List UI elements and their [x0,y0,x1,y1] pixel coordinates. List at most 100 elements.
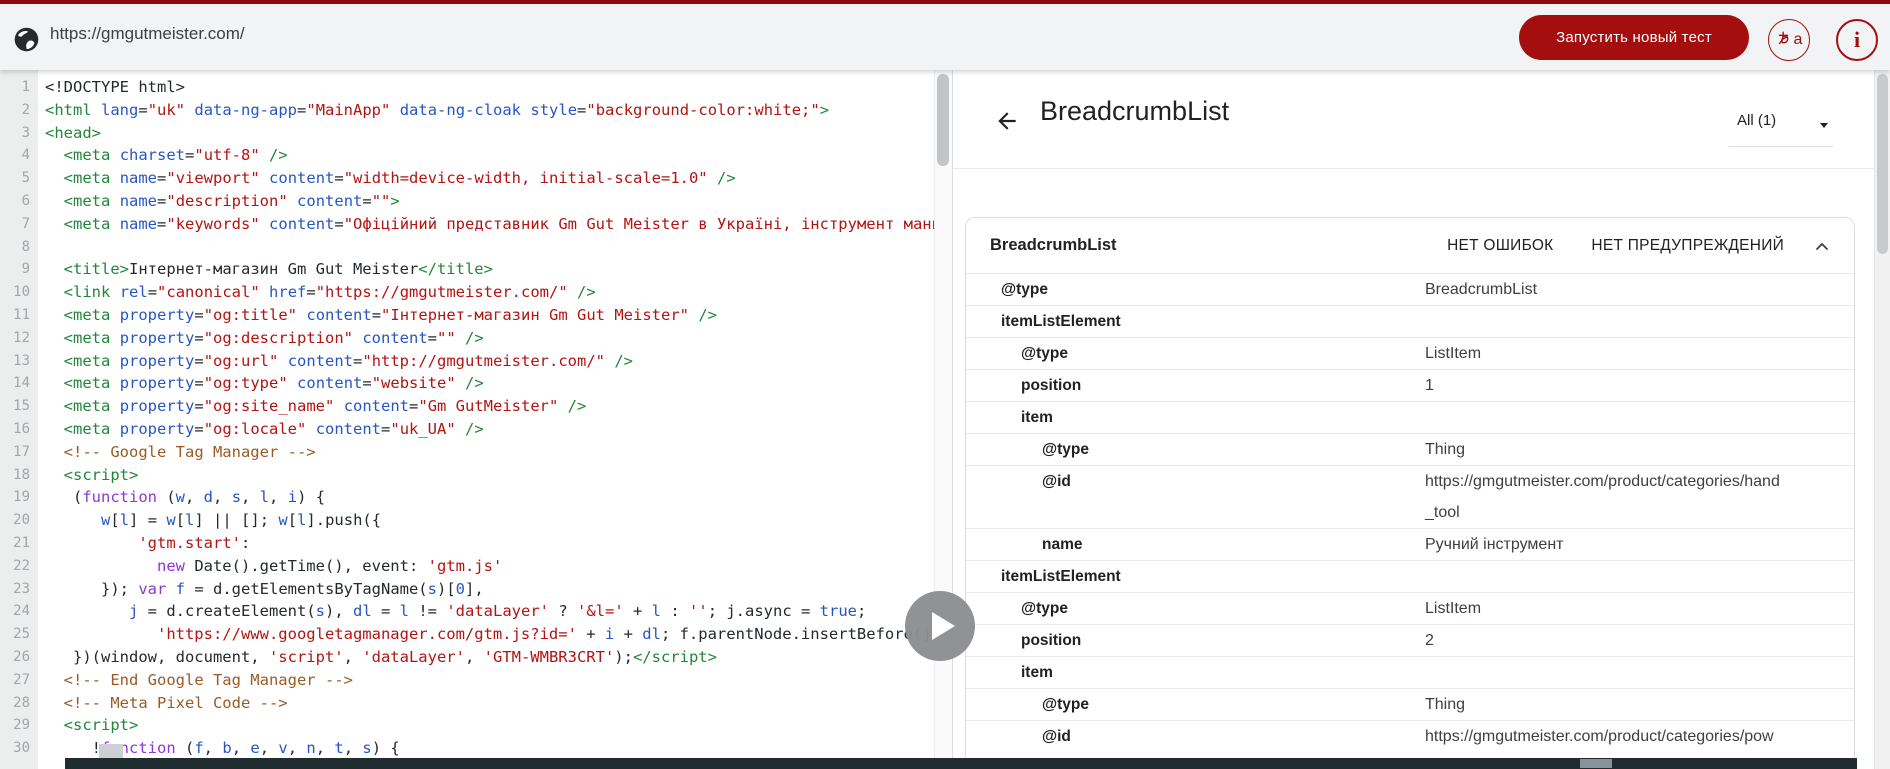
code-line: 24 j = d.createElement(s), dl = l != 'da… [0,600,934,624]
code-line: 10 <link rel="canonical" href="https://g… [0,281,934,304]
code-scrollbar-track[interactable] [934,70,952,769]
code-text: w[l] = w[l] || []; w[l].push({ [101,511,382,530]
code-line: 16 <meta property="og:locale" content="u… [0,417,934,441]
breadcrumblist-card: BreadcrumbList НЕТ ОШИБОК НЕТ ПРЕДУПРЕЖД… [965,217,1855,769]
row-key: @type [1021,600,1068,617]
code-line: 2 <html lang="uk" data-ng-app="MainApp" d… [0,98,934,122]
code-line: 3 <head> [0,121,934,145]
language-button[interactable]: a [1768,19,1810,61]
code-line: 17 <!-- Google Tag Manager --> [0,440,934,464]
code-text: <meta property="og:description" content=… [63,328,484,347]
filter-dropdown[interactable]: All (1) [1729,105,1835,147]
table-row: @type ListItem [966,337,1854,369]
row-key: @id [1042,728,1071,745]
code-text: (function (w, d, s, l, i) { [45,488,326,507]
detected-item-title: BreadcrumbList [1040,96,1230,126]
line-number: 1 [0,76,38,99]
line-number: 17 [0,440,38,464]
line-number: 19 [0,486,38,510]
hiragana-a-icon [1776,30,1793,51]
code-text: <script> [63,465,139,484]
back-arrow-icon [998,111,1016,130]
code-scrollbar-thumb[interactable] [937,74,949,166]
code-line: 27 <!-- End Google Tag Manager --> [0,668,934,692]
line-number: 24 [0,600,38,624]
no-errors-badge: НЕТ ОШИБОК [1447,236,1554,254]
table-row: @id https://gmgutmeister.com/product/cate… [966,465,1854,528]
code-text: <meta property="og:title" content="Інтер… [63,305,717,324]
table-row: @type BreadcrumbList [966,273,1854,305]
code-text: 'gtm.start': [138,533,251,552]
line-number: 12 [0,326,38,350]
line-number: 21 [0,531,38,555]
line-number: 10 [0,281,38,304]
row-value: ListItem [1425,345,1482,362]
row-value: https://gmgutmeister.com/product/categor… [1425,473,1780,521]
run-new-test-button[interactable]: Запустить новый тест [1519,15,1749,60]
card-status: НЕТ ОШИБОК НЕТ ПРЕДУПРЕЖДЕНИЙ [1447,237,1784,255]
code-text: <title>Інтернет-магазин Gm Gut Meister</… [63,260,493,279]
code-text: <script> [63,716,139,735]
table-row: item [966,401,1854,433]
row-value: 2 [1425,632,1434,649]
code-line: 23 }); var f = d.getElementsByTagName(s)… [0,577,934,601]
table-row: item [966,656,1854,688]
latin-a-label: a [1793,31,1803,48]
code-text: <meta name="viewport" content="width=dev… [63,169,736,188]
line-number: 18 [0,463,38,487]
play-button[interactable] [905,591,975,661]
row-key: @type [1001,281,1048,298]
globe-icon [13,26,40,53]
line-number: 11 [0,303,38,327]
code-line: 18 <script> [0,463,934,487]
row-value: ListItem [1425,600,1482,617]
line-number: 2 [0,98,38,122]
code-line: 20 w[l] = w[l] || []; w[l].push({ [0,509,934,532]
code-line: 12 <meta property="og:description" conte… [0,326,934,350]
table-row: itemListElement [966,560,1854,592]
code-line: 8 [0,235,934,259]
line-number: 25 [0,623,38,646]
code-line: 19 (function (w, d, s, l, i) { [0,486,934,510]
code-line: 6 <meta name="description" content=""> [0,189,934,213]
code-text: <html lang="uk" data-ng-app="MainApp" da… [45,100,830,119]
code-text: <!-- Meta Pixel Code --> [63,693,288,712]
row-key: item [1021,664,1053,681]
row-key: itemListElement [1001,313,1121,330]
chevron-up-icon[interactable] [1812,236,1832,256]
code-line: 4 <meta charset="utf-8" /> [0,144,934,168]
code-line: 26 })(window, document, 'script', 'dataL… [0,645,934,669]
row-key: position [1021,377,1082,394]
line-number: 4 [0,144,38,168]
code-text: <meta property="og:locale" content="uk_U… [63,419,484,438]
code-text: })(window, document, 'script', 'dataLaye… [45,647,717,666]
top-red-strip [0,0,1890,4]
row-key: @type [1021,345,1068,362]
panel-divider [952,70,953,769]
bottom-scrollbar-thumb[interactable] [1580,759,1612,768]
code-line: 25 'https://www.googletagmanager.com/gtm… [0,623,934,646]
page-scrollbar-thumb[interactable] [1877,74,1888,254]
schema-table: @type BreadcrumbList itemListElement @type L… [966,273,1854,769]
code-text: <meta name="keywords" content="Офіційний… [63,214,934,233]
line-number: 6 [0,189,38,213]
line-number: 26 [0,645,38,669]
code-editor-lines: 1 <!DOCTYPE html> 2 <html lang="uk" data-ng… [0,76,934,769]
table-row: @type ListItem [966,592,1854,624]
line-number: 15 [0,395,38,418]
row-key: @type [1042,441,1089,458]
row-value: Thing [1425,696,1466,713]
code-text: <meta property="og:url" content="http://… [63,351,633,370]
scrollbar-corner [99,744,123,758]
info-button[interactable]: i [1836,19,1878,61]
line-number: 22 [0,554,38,578]
line-number: 28 [0,691,38,715]
code-line: 28 <!-- Meta Pixel Code --> [0,691,934,715]
back-button[interactable] [992,107,1022,137]
card-header[interactable]: BreadcrumbList НЕТ ОШИБОК НЕТ ПРЕДУПРЕЖД… [966,218,1854,273]
filter-label: All (1) [1737,112,1777,129]
code-text: <head> [45,123,101,142]
filter-underline [1729,146,1833,147]
row-key: itemListElement [1001,568,1121,585]
code-text: <meta name="description" content=""> [63,191,400,210]
